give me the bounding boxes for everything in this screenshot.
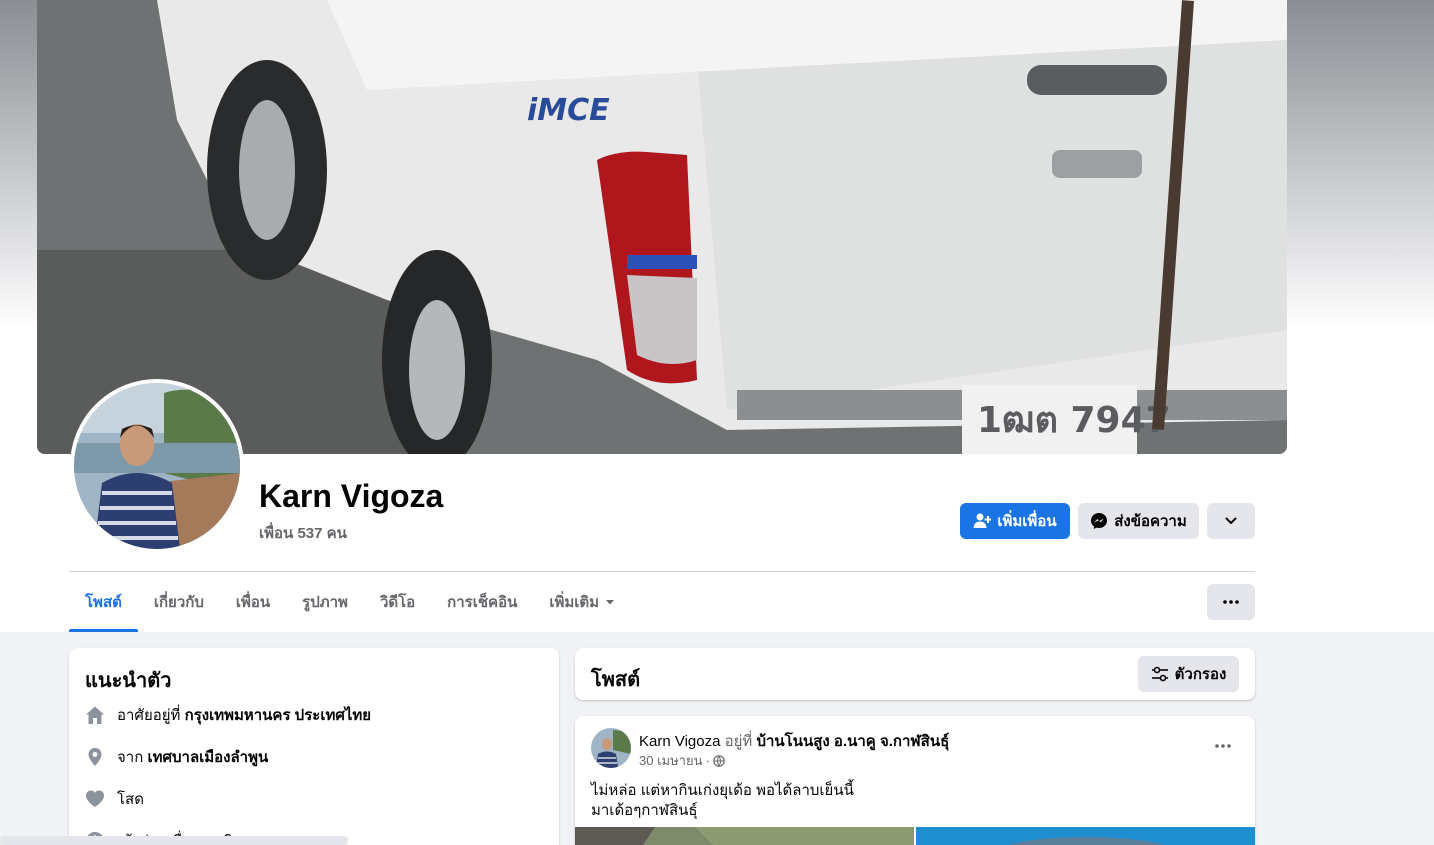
posts-header-card: โพสต์ ตัวกรอง (575, 648, 1255, 700)
filter-label: ตัวกรอง (1174, 666, 1227, 683)
tab-posts[interactable]: โพสต์ (69, 572, 138, 632)
post-at-label: อยู่ที่ (724, 733, 753, 750)
intro-title: แนะนำตัว (85, 670, 172, 692)
post-photo-1[interactable] (575, 827, 914, 845)
add-friend-icon (973, 513, 992, 528)
from-prefix: จาก (117, 749, 144, 766)
meta-separator: · (705, 753, 710, 768)
lives-value[interactable]: กรุงเทพมหานคร ประเทศไทย (185, 707, 371, 724)
post-meta: 30 เมษายน · (639, 750, 725, 771)
tab-photos[interactable]: รูปภาพ (286, 572, 364, 632)
tab-friends[interactable]: เพื่อน (220, 572, 286, 632)
post-avatar[interactable] (591, 728, 631, 768)
tab-label: เกี่ยวกับ (153, 594, 204, 611)
svg-text:iMCE: iMCE (527, 93, 610, 128)
post-date[interactable]: 30 เมษายน (639, 750, 702, 771)
filter-icon (1151, 666, 1168, 682)
cover-photo[interactable]: 1ฒต 7947 iMCE (37, 0, 1287, 454)
tab-label: การเช็คอิน (447, 594, 518, 611)
heart-icon (85, 789, 105, 809)
post-options-button[interactable] (1205, 728, 1241, 764)
messenger-icon (1091, 513, 1108, 529)
profile-avatar[interactable] (70, 379, 244, 553)
cover-image: 1ฒต 7947 iMCE (37, 0, 1287, 454)
tab-videos[interactable]: วิดีโอ (364, 572, 431, 632)
location-pin-icon (85, 747, 105, 767)
tab-checkins[interactable]: การเช็คอิน (431, 572, 533, 632)
tab-more[interactable]: เพิ่มเติม (533, 572, 631, 632)
lives-prefix: อาศัยอยู่ที่ (117, 707, 181, 724)
tab-label: เพื่อน (235, 594, 271, 611)
intro-card: แนะนำตัว อาศัยอยู่ที่ กรุงเทพมหานคร ประเ… (69, 648, 559, 845)
more-dots-icon (1215, 744, 1231, 748)
profile-tabs: โพสต์ เกี่ยวกับ เพื่อน รูปภาพ วิดีโอ การ… (69, 572, 631, 632)
intro-relationship: โสด (85, 787, 144, 811)
chevron-down-icon (1225, 517, 1237, 524)
more-dots-icon (1223, 600, 1239, 604)
more-actions-button[interactable] (1207, 503, 1255, 539)
tabs-overflow-button[interactable] (1207, 584, 1255, 620)
posts-title: โพสต์ (591, 669, 641, 691)
post-author-name[interactable]: Karn Vigoza (639, 733, 720, 750)
svg-text:1ฒต 7947: 1ฒต 7947 (977, 400, 1171, 441)
post-card: Karn Vigoza อยู่ที่ บ้านโนนสูง อ.นาคู จ.… (575, 716, 1255, 845)
tab-label: รูปภาพ (302, 594, 348, 611)
add-friend-label: เพิ่มเพื่อน (997, 513, 1057, 530)
profile-name: Karn Vigoza (259, 478, 444, 514)
post-photo-1-image (575, 827, 914, 845)
intro-from: จาก เทศบาลเมืองลำพูน (85, 745, 268, 769)
post-avatar-image (591, 728, 631, 768)
message-label: ส่งข้อความ (1114, 513, 1187, 530)
post-text-line-2: มาเด้อๆกาฬสินธุ์ (591, 802, 698, 819)
tab-about[interactable]: เกี่ยวกับ (138, 572, 220, 632)
post-photo-2[interactable] (916, 827, 1255, 845)
horizontal-scrollbar[interactable] (0, 836, 348, 845)
post-photo-2-image (916, 827, 1255, 845)
intro-lives-in: อาศัยอยู่ที่ กรุงเทพมหานคร ประเทศไทย (85, 703, 371, 727)
from-value[interactable]: เทศบาลเมืองลำพูน (147, 749, 268, 766)
profile-header: 1ฒต 7947 iMCE Karn Vigoza เพื่อน 537 คน … (0, 0, 1434, 632)
friends-count[interactable]: เพื่อน 537 คน (259, 521, 347, 545)
globe-icon (713, 754, 725, 767)
tab-label: โพสต์ (85, 594, 122, 611)
add-friend-button[interactable]: เพิ่มเพื่อน (960, 503, 1070, 539)
home-icon (85, 705, 105, 725)
filter-button[interactable]: ตัวกรอง (1138, 656, 1239, 692)
caret-down-icon (606, 600, 615, 605)
relationship-status: โสด (117, 791, 144, 808)
avatar-image (74, 383, 240, 549)
post-location[interactable]: บ้านโนนสูง อ.นาคู จ.กาฬสินธุ์ (756, 733, 949, 750)
tab-label: เพิ่มเติม (549, 594, 600, 611)
tab-label: วิดีโอ (379, 594, 416, 611)
message-button[interactable]: ส่งข้อความ (1078, 503, 1199, 539)
